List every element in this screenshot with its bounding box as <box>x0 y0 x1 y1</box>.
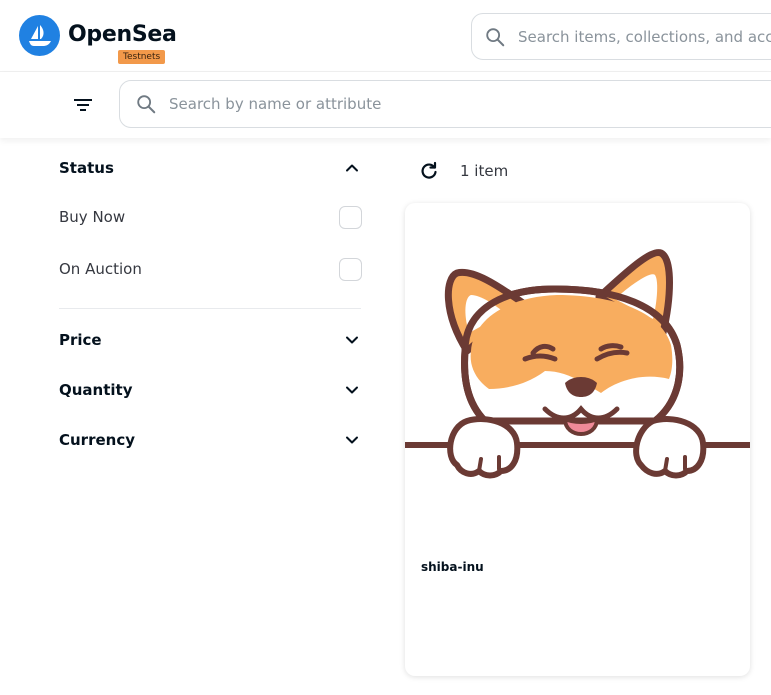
buy-now-checkbox[interactable] <box>339 205 362 229</box>
attribute-search-input[interactable] <box>167 94 771 114</box>
filter-toggle-button[interactable] <box>68 90 98 120</box>
top-header: OpenSea Testnets <box>0 0 771 72</box>
brand-name[interactable]: OpenSea <box>68 21 177 49</box>
asset-card[interactable]: shiba-inu <box>405 203 750 676</box>
opensea-logo[interactable] <box>19 15 60 56</box>
quantity-section-title: Quantity <box>59 381 133 399</box>
chevron-down-icon <box>346 336 358 344</box>
results-header: 1 item <box>417 158 508 184</box>
currency-section-title: Currency <box>59 431 136 449</box>
status-option-on-auction[interactable]: On Auction <box>59 254 362 284</box>
chevron-up-icon <box>346 164 358 172</box>
section-divider <box>59 308 361 309</box>
search-icon <box>137 95 156 114</box>
status-section-header[interactable]: Status <box>59 148 362 188</box>
asset-name[interactable]: shiba-inu <box>421 560 484 574</box>
status-option-buy-now[interactable]: Buy Now <box>59 202 362 232</box>
filter-bar <box>0 72 771 138</box>
shiba-inu-image <box>405 249 750 479</box>
ship-icon <box>28 24 51 46</box>
search-icon <box>486 27 505 46</box>
global-search-input[interactable] <box>516 26 771 47</box>
buy-now-label: Buy Now <box>59 208 126 226</box>
refresh-icon <box>421 161 437 179</box>
on-auction-label: On Auction <box>59 260 142 278</box>
refresh-button[interactable] <box>417 159 441 183</box>
chevron-down-icon <box>346 386 358 394</box>
item-count: 1 item <box>460 162 509 180</box>
price-section-header[interactable]: Price <box>59 320 362 360</box>
global-search-box[interactable] <box>471 13 771 60</box>
price-section-title: Price <box>59 331 102 349</box>
status-section-title: Status <box>59 159 114 177</box>
on-auction-checkbox[interactable] <box>339 257 362 281</box>
attribute-search-box[interactable] <box>119 80 771 128</box>
filter-list-icon <box>74 99 92 111</box>
network-badge: Testnets <box>118 50 166 64</box>
quantity-section-header[interactable]: Quantity <box>59 370 362 410</box>
currency-section-header[interactable]: Currency <box>59 420 362 460</box>
chevron-down-icon <box>346 436 358 444</box>
